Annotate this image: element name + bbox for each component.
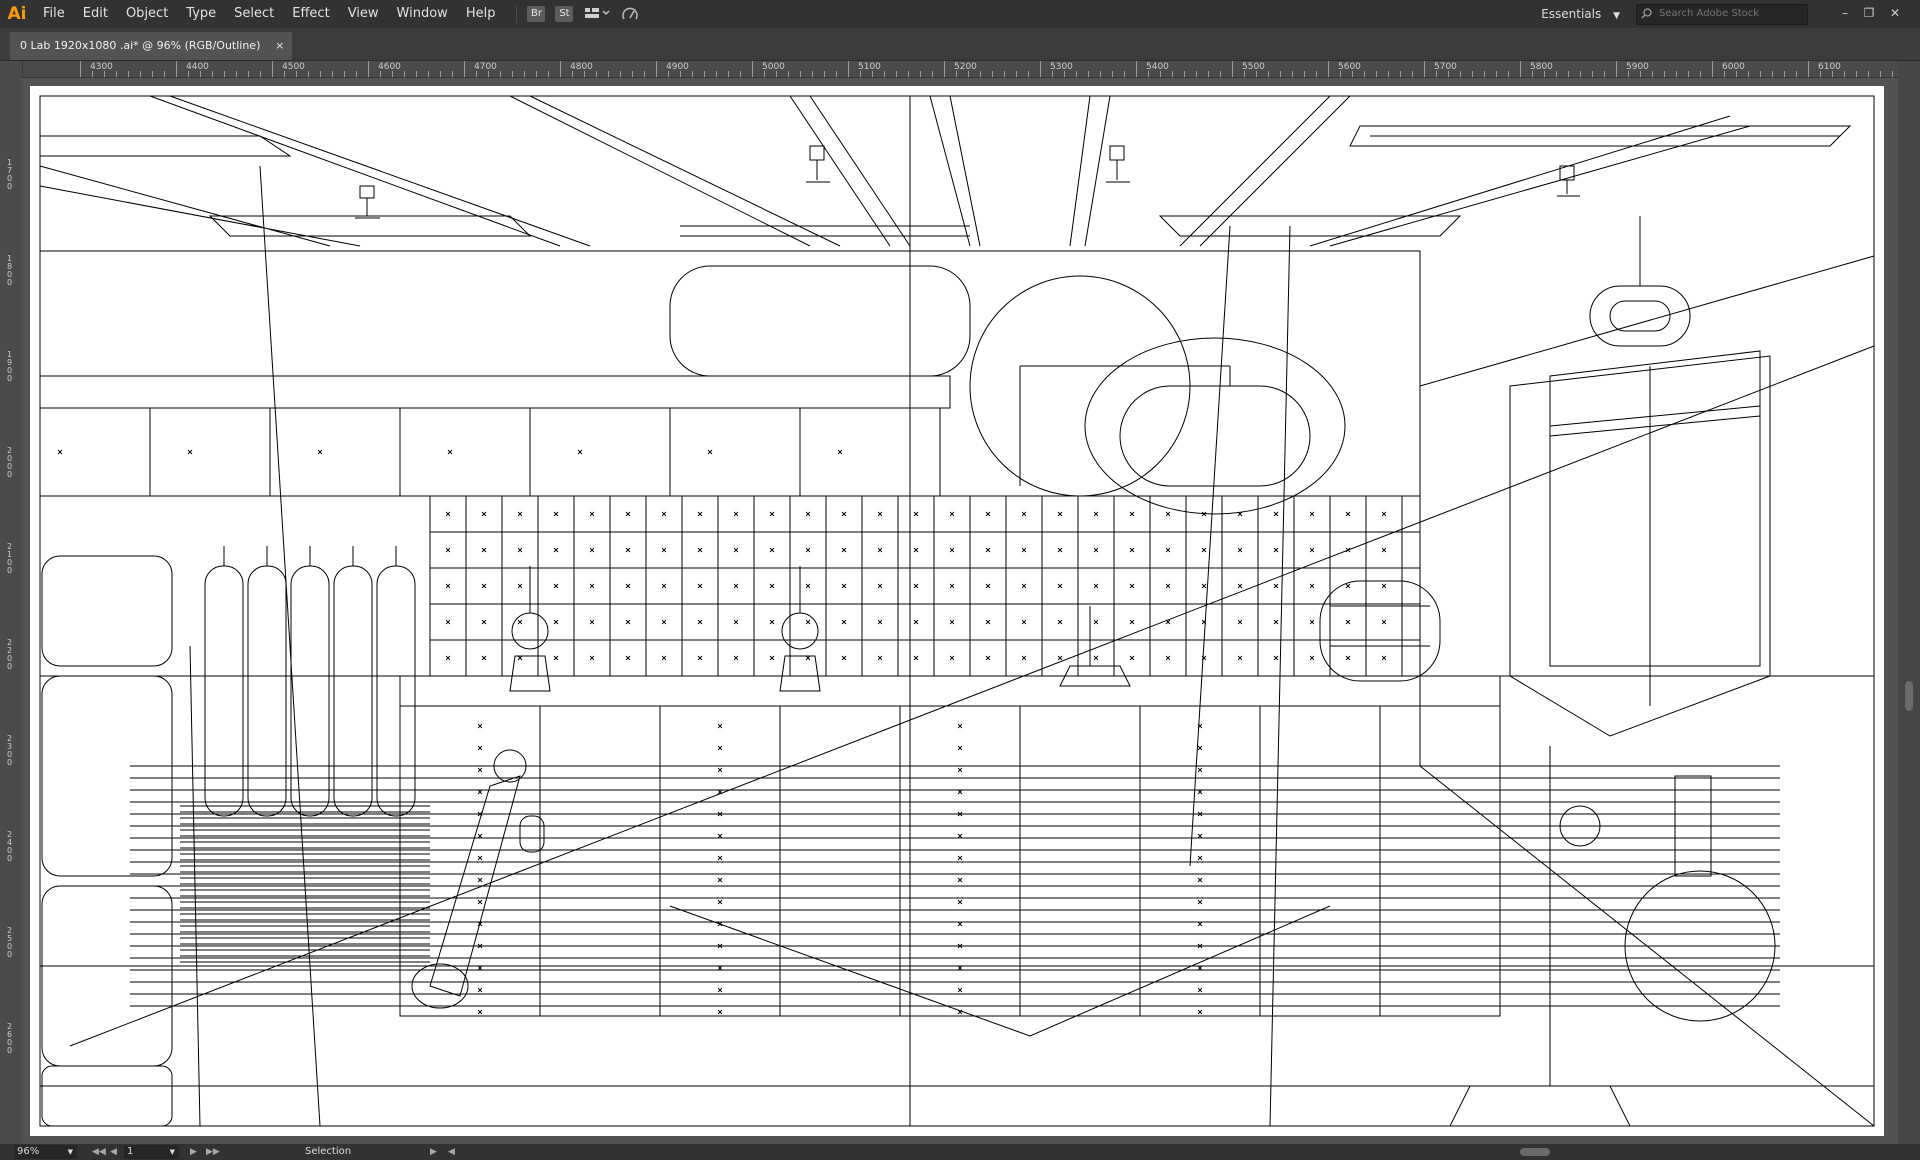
- ruler-label: 1700: [7, 158, 13, 191]
- ruler-label: 4600: [378, 62, 401, 72]
- menu-select[interactable]: Select: [225, 0, 283, 28]
- ruler-label: 2400: [7, 830, 13, 863]
- ruler-label: 5000: [762, 62, 785, 72]
- lab-outline-artwork[interactable]: [30, 86, 1884, 1136]
- status-menu-icon[interactable]: ▶: [430, 1145, 437, 1159]
- previous-artboard-icon[interactable]: ◀: [110, 1145, 117, 1159]
- menu-separator: [516, 5, 518, 23]
- anchor-markers: [57, 449, 1387, 1015]
- horizontal-ruler[interactable]: 4300 4400 4500 4600 4700 4800 4900 5000 …: [22, 61, 1898, 78]
- ruler-label: 6100: [1818, 62, 1841, 72]
- vertical-ruler[interactable]: 1700 1800 1900 2000 2100 2200 2300 2400 …: [0, 61, 23, 1145]
- ruler-label: 5100: [858, 62, 881, 72]
- close-tab-icon[interactable]: ×: [275, 32, 284, 60]
- search-icon: [1641, 8, 1652, 19]
- scrollbar-thumb[interactable]: [1905, 681, 1913, 711]
- workspace-label: Essentials: [1541, 7, 1602, 21]
- counter: [399, 675, 1501, 1017]
- lower-cabinets: [130, 765, 1780, 1007]
- status-bar: 96% ▼ ◀◀ ◀ 1 ▼ ▶ ▶▶ Selection ▶ ◀: [0, 1144, 1920, 1160]
- menu-window[interactable]: Window: [388, 0, 457, 28]
- bridge-icon[interactable]: Br: [527, 6, 546, 22]
- round-flask: [1449, 746, 1776, 1127]
- microscope: [411, 749, 545, 1009]
- ceiling-panels: [39, 125, 1852, 237]
- zoom-level-field[interactable]: 96% ▼: [14, 1145, 77, 1159]
- ruler-label: 5700: [1434, 62, 1457, 72]
- ruler-label: 4500: [282, 62, 305, 72]
- menu-help[interactable]: Help: [457, 0, 505, 28]
- menu-view[interactable]: View: [339, 0, 388, 28]
- menu-file[interactable]: File: [34, 0, 74, 28]
- restore-button[interactable]: ❐: [1862, 6, 1876, 20]
- ruler-label: 5500: [1242, 62, 1265, 72]
- last-artboard-icon[interactable]: ▶▶: [206, 1145, 220, 1159]
- ruler-label: 2000: [7, 446, 13, 479]
- search-input[interactable]: [1657, 7, 1801, 20]
- tile-wall: [429, 495, 1420, 677]
- vertical-scrollbar[interactable]: [1898, 61, 1920, 1145]
- scroll-left-icon[interactable]: ◀: [448, 1145, 455, 1159]
- ruler-label: 5300: [1050, 62, 1073, 72]
- arrange-documents-icon[interactable]: [583, 6, 611, 22]
- ruler-label: 2100: [7, 542, 13, 575]
- ruler-label: 4800: [570, 62, 593, 72]
- flasks: [509, 566, 1441, 692]
- artboard[interactable]: [30, 86, 1884, 1136]
- ruler-label: 2200: [7, 638, 13, 671]
- chevron-down-icon: ▼: [67, 1148, 73, 1156]
- refrigerator: [41, 555, 173, 1127]
- workspace-switcher[interactable]: Essentials ▼: [1541, 0, 1620, 28]
- chevron-down-icon: ▼: [169, 1148, 175, 1156]
- zoom-value: 96%: [17, 1146, 40, 1157]
- upper-cabinets: [39, 225, 971, 497]
- menu-type[interactable]: Type: [177, 0, 225, 28]
- first-artboard-icon[interactable]: ◀◀: [92, 1145, 106, 1159]
- chevron-down-icon: ▼: [1613, 11, 1620, 21]
- ceiling-beams: [39, 95, 1751, 247]
- gpu-performance-icon[interactable]: [621, 6, 639, 22]
- menu-effect[interactable]: Effect: [283, 0, 338, 28]
- ruler-label: 4400: [186, 62, 209, 72]
- ruler-label: 5600: [1338, 62, 1361, 72]
- minimize-button[interactable]: –: [1838, 6, 1852, 20]
- ruler-origin[interactable]: [0, 61, 22, 77]
- menu-bar: Ai File Edit Object Type Select Effect V…: [0, 0, 1920, 29]
- document-tab-bar: 0 Lab 1920x1080 .ai* @ 96% (RGB/Outline)…: [0, 28, 1920, 61]
- ruler-label: 2600: [7, 1022, 13, 1055]
- gas-cylinders: [204, 546, 416, 817]
- ruler-label: 2500: [7, 926, 13, 959]
- artboard-number: 1: [127, 1146, 134, 1157]
- ruler-label: 4900: [666, 62, 689, 72]
- ruler-label: 5200: [954, 62, 977, 72]
- current-tool-status: Selection: [305, 1146, 352, 1157]
- close-window-button[interactable]: ✕: [1888, 6, 1902, 20]
- ruler-label: 4300: [90, 62, 113, 72]
- document-tab[interactable]: 0 Lab 1920x1080 .ai* @ 96% (RGB/Outline)…: [10, 32, 293, 60]
- ruler-label: 5400: [1146, 62, 1169, 72]
- ruler-label: 1900: [7, 350, 13, 383]
- ruler-label: 4700: [474, 62, 497, 72]
- ruler-label: 5800: [1530, 62, 1553, 72]
- scrollbar-thumb[interactable]: [1520, 1148, 1550, 1156]
- next-artboard-icon[interactable]: ▶: [190, 1145, 197, 1159]
- document-tab-title: 0 Lab 1920x1080 .ai* @ 96% (RGB/Outline): [20, 39, 261, 52]
- illustrator-logo[interactable]: Ai: [0, 0, 34, 28]
- ruler-label: 1800: [7, 254, 13, 287]
- menu-edit[interactable]: Edit: [74, 0, 117, 28]
- ruler-label: 2300: [7, 734, 13, 767]
- ruler-label: 5900: [1626, 62, 1649, 72]
- fume-hood: [969, 216, 1691, 515]
- canvas-area[interactable]: [22, 78, 1898, 1144]
- ruler-label: 6000: [1722, 62, 1745, 72]
- artboard-number-field[interactable]: 1 ▼: [124, 1145, 179, 1159]
- menu-object[interactable]: Object: [117, 0, 177, 28]
- stock-icon[interactable]: St: [555, 6, 574, 22]
- stock-search-box[interactable]: [1636, 4, 1808, 25]
- horizontal-scrollbar[interactable]: [470, 1148, 1890, 1156]
